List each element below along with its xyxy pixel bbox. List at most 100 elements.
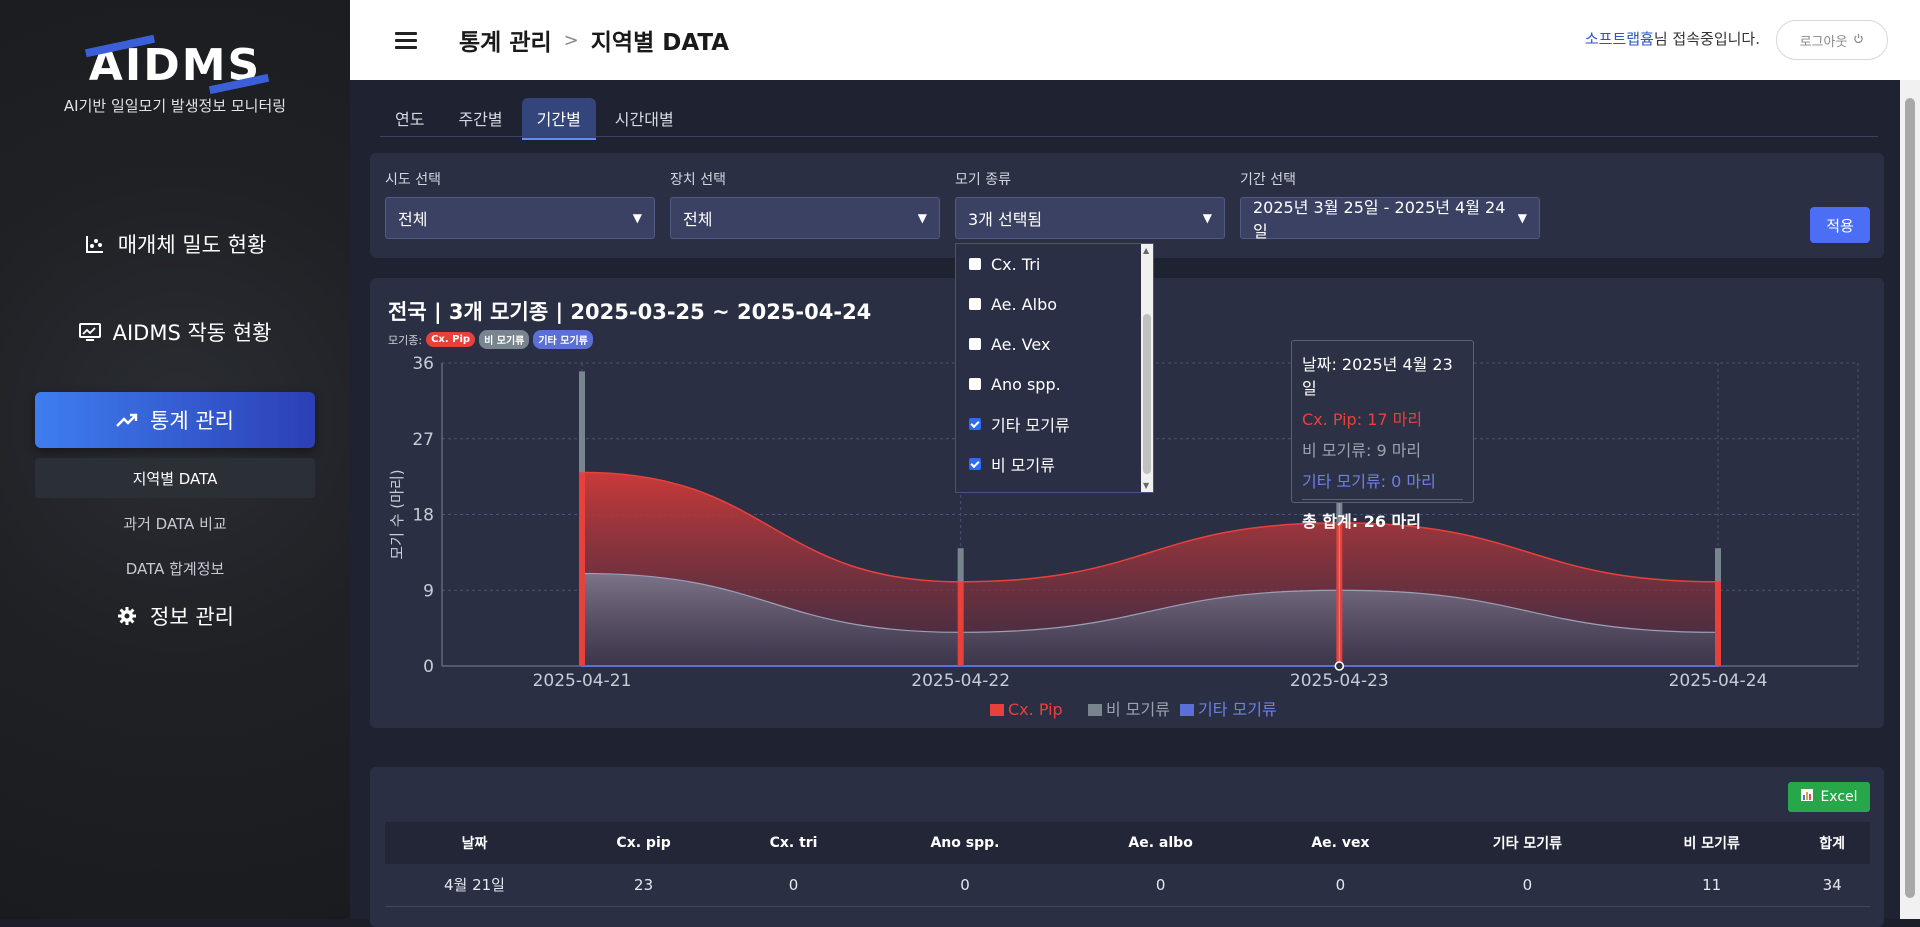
nav-main-2: AIDMS 작동 현황 [35, 304, 315, 360]
sub-item-total-data[interactable]: DATA 합계정보 [35, 548, 315, 588]
scatter-chart-icon [84, 233, 106, 255]
nav-label: AIDMS 작동 현황 [112, 321, 272, 345]
table-panel: Excel 날짜 Cx. pip Cx. tri Ano spp. Ae. albo Ae… [370, 767, 1884, 927]
hamburger-menu-icon[interactable] [395, 28, 417, 53]
column-header[interactable]: Cx. pip [563, 822, 724, 864]
tab-weekly[interactable]: 주간별 [443, 98, 517, 140]
species-option[interactable]: 기타 모기류 [956, 404, 1153, 444]
nav-item-density[interactable]: 매개체 밀도 현황 [35, 216, 315, 272]
column-header[interactable]: Ae. albo [1066, 822, 1256, 864]
checkbox[interactable] [969, 338, 981, 350]
column-header[interactable]: 합계 [1794, 822, 1870, 864]
species-option[interactable]: Cx. Tri [956, 244, 1153, 284]
breadcrumb-parent[interactable]: 통계 관리 [459, 23, 552, 57]
column-header[interactable]: 기타 모기류 [1425, 822, 1629, 864]
y-tick-label: 0 [423, 657, 434, 677]
logo[interactable]: AIDMS AI기반 일일모기 발생정보 모니터링 [0, 34, 350, 116]
filter-sido: 시도 선택 전체 ▼ [385, 169, 655, 239]
legend-label[interactable]: Cx. Pip [1008, 700, 1063, 719]
table-header-row: 날짜 Cx. pip Cx. tri Ano spp. Ae. albo Ae. vex 기… [385, 822, 1870, 864]
species-option[interactable]: 비 모기류 [956, 444, 1153, 484]
legend-label[interactable]: 기타 모기류 [1198, 700, 1277, 719]
legend-swatch[interactable] [1180, 704, 1194, 716]
tooltip-divider [1302, 499, 1463, 500]
species-option[interactable]: Ae. Albo [956, 284, 1153, 324]
column-header[interactable]: 날짜 [385, 822, 564, 864]
trend-up-icon [116, 409, 138, 431]
dropdown-scroll-thumb[interactable] [1143, 314, 1151, 474]
hover-point[interactable] [1334, 661, 1345, 671]
bar-cx-pip[interactable] [957, 581, 964, 666]
dropdown-scrollbar[interactable]: ▲ ▼ [1141, 244, 1153, 492]
legend-swatch[interactable] [1088, 704, 1102, 716]
species-option[interactable]: Ano spp. [956, 364, 1153, 404]
bar-non-mosquito[interactable] [1715, 548, 1721, 582]
species-option-list: Cx. Tri Ae. Albo Ae. Vex Ano spp. 기타 모기류비 모기… [956, 244, 1153, 484]
nav-item-info[interactable]: 정보 관리 [35, 588, 315, 644]
checkbox[interactable] [969, 298, 981, 310]
bar-cx-pip[interactable] [579, 472, 585, 666]
sido-select[interactable]: 전체 ▼ [385, 197, 655, 239]
tooltip-cx: Cx. Pip: 17 마리 [1302, 410, 1423, 429]
sidebar: AIDMS AI기반 일일모기 발생정보 모니터링 매개체 밀도 현황 AIDM… [0, 0, 350, 919]
monitor-chart-icon [78, 321, 101, 343]
bar-non-mosquito[interactable] [579, 371, 585, 473]
tab-hourly[interactable]: 시간대별 [600, 98, 689, 140]
legend-label[interactable]: 비 모기류 [1106, 700, 1170, 719]
x-tick-label: 2025-04-22 [911, 671, 1010, 691]
species-option-label: Cx. Tri [991, 254, 1041, 274]
device-select[interactable]: 전체 ▼ [670, 197, 940, 239]
user-suffix: 님 접속중입니다. [1653, 30, 1760, 48]
column-header[interactable]: 비 모기류 [1628, 822, 1795, 864]
nav-item-operation[interactable]: AIDMS 작동 현황 [35, 304, 315, 360]
species-select[interactable]: 3개 선택됨 ▼ [955, 197, 1225, 239]
page-title: 지역별 DATA [590, 30, 730, 56]
checkbox[interactable] [969, 258, 981, 270]
excel-download-button[interactable]: Excel [1788, 782, 1870, 812]
nav-main: 매개체 밀도 현황 [35, 216, 315, 272]
tab-divider [380, 136, 1878, 137]
nav-stats-group: 통계 관리 지역별 DATA 과거 DATA 비교 DATA 합계정보 정보 관… [35, 392, 315, 644]
tooltip-other: 기타 모기류: 0 마리 [1302, 472, 1436, 491]
sub-item-past-data[interactable]: 과거 DATA 비교 [35, 503, 315, 543]
nav-item-stats[interactable]: 통계 관리 [35, 392, 315, 448]
species-option-label: 기타 모기류 [991, 416, 1070, 435]
filter-species: 모기 종류 3개 선택됨 ▼ [955, 169, 1225, 239]
species-option-label: Ano spp. [991, 374, 1061, 394]
tab-period[interactable]: 기간별 [521, 98, 596, 140]
legend-swatch[interactable] [990, 704, 1004, 716]
checkbox[interactable] [969, 458, 981, 470]
species-value: 3개 선택됨 [968, 210, 1043, 229]
column-header[interactable]: Ano spp. [863, 822, 1067, 864]
user-status: 소프트랩흄님 접속중입니다. [1585, 28, 1760, 49]
table-cell: 0 [863, 864, 1067, 907]
tab-year[interactable]: 연도 [380, 98, 439, 140]
table-row: 4월 21일 23 0 0 0 0 0 11 34 [385, 864, 1870, 907]
bar-cx-pip[interactable] [1715, 581, 1721, 666]
top-header: 통계 관리 > 지역별 DATA 소프트랩흄님 접속중입니다. 로그아웃 [350, 0, 1920, 80]
page-scrollbar[interactable] [1900, 80, 1920, 919]
sido-value: 전체 [398, 210, 428, 229]
tooltip-total: 총 합계: 26 마리 [1302, 512, 1421, 531]
page-scroll-thumb[interactable] [1905, 98, 1915, 898]
x-tick-label: 2025-04-23 [1290, 671, 1389, 691]
apply-button[interactable]: 적용 [1810, 207, 1870, 243]
bar-non-mosquito[interactable] [957, 548, 964, 582]
nav-label: 통계 관리 [150, 409, 234, 433]
checkbox[interactable] [969, 378, 981, 390]
species-dropdown: Cx. Tri Ae. Albo Ae. Vex Ano spp. 기타 모기류비 모기… [955, 243, 1154, 493]
spreadsheet-icon [1800, 788, 1814, 806]
scroll-up-icon[interactable]: ▲ [1143, 246, 1149, 255]
sub-item-region-data[interactable]: 지역별 DATA [35, 458, 315, 498]
period-select[interactable]: 2025년 3월 25일 - 2025년 4월 24일 ▼ [1240, 197, 1540, 241]
logout-button[interactable]: 로그아웃 [1776, 20, 1888, 60]
checkbox[interactable] [969, 418, 981, 430]
table-cell: 0 [723, 864, 864, 907]
column-header[interactable]: Ae. vex [1255, 822, 1426, 864]
species-option[interactable]: Ae. Vex [956, 324, 1153, 364]
column-header[interactable]: Cx. tri [723, 822, 864, 864]
power-icon [1853, 33, 1864, 48]
tooltip-non: 비 모기류: 9 마리 [1302, 441, 1422, 460]
chart-tooltip: 날짜: 2025년 4월 23일 Cx. Pip: 17 마리 비 모기류: 9… [1291, 340, 1474, 531]
scroll-down-icon[interactable]: ▼ [1143, 481, 1149, 490]
